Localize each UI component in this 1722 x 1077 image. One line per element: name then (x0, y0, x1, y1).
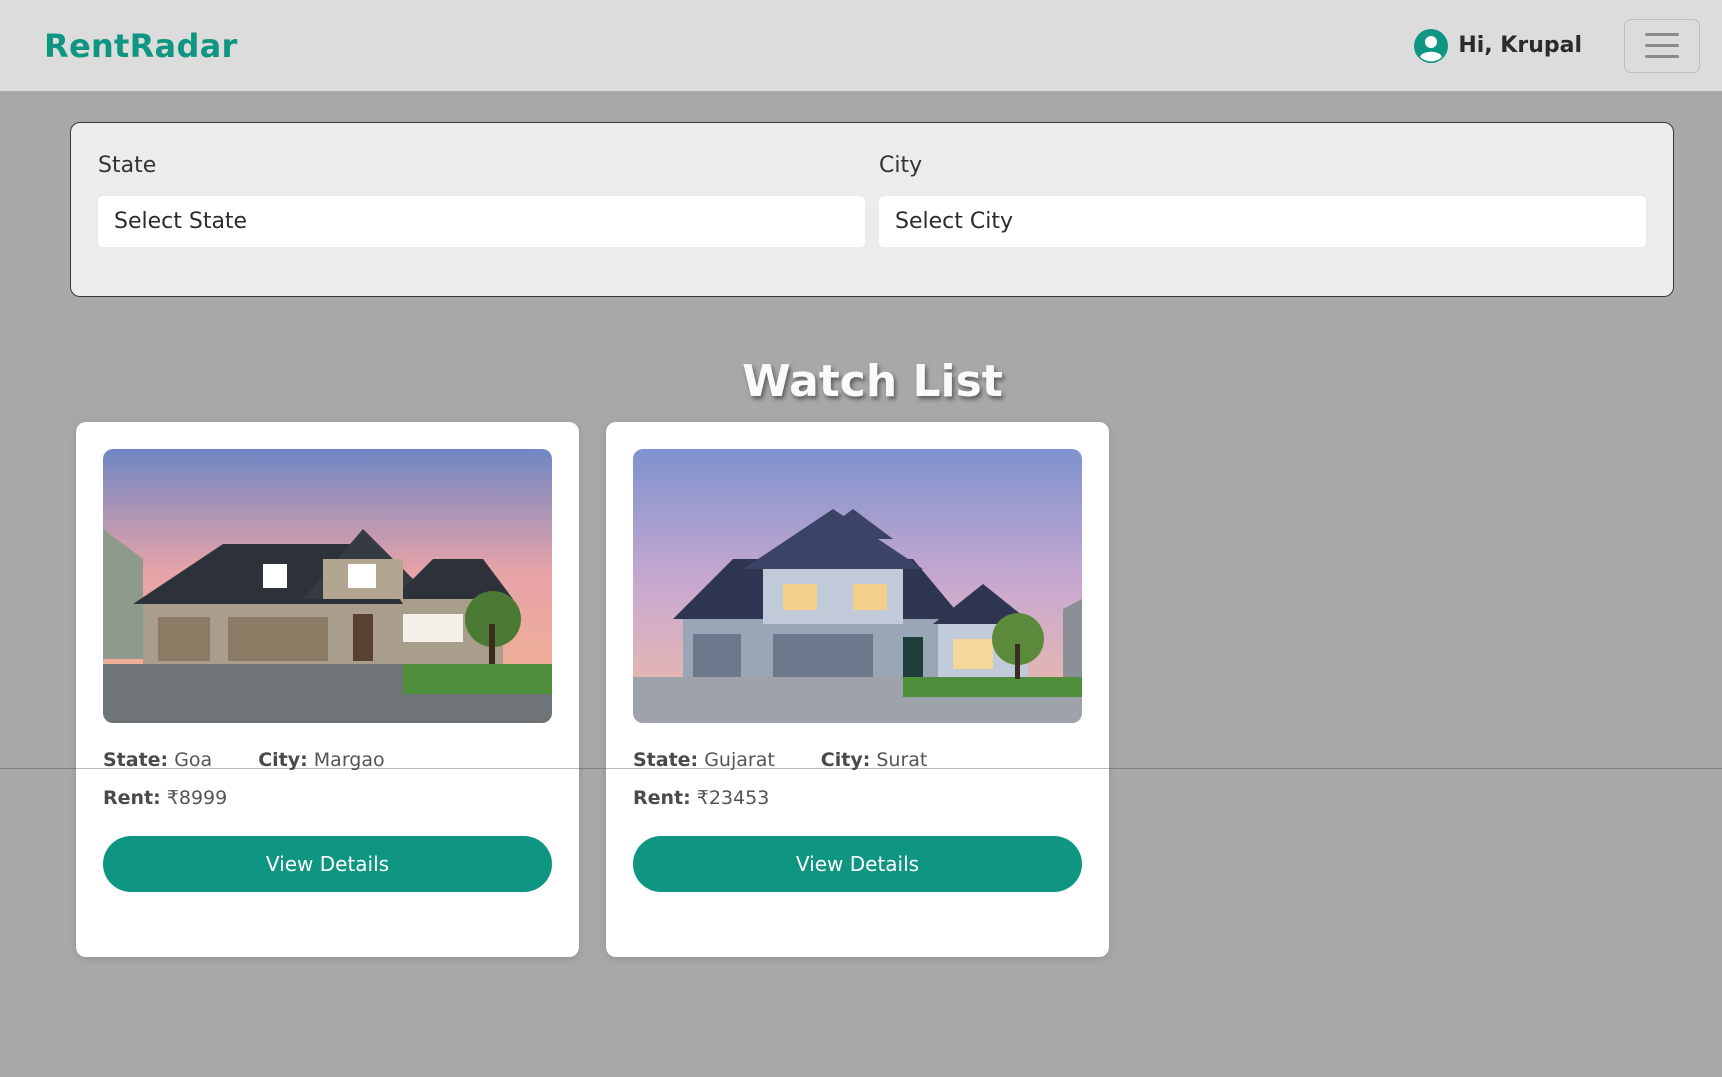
hamburger-menu-icon (1645, 33, 1679, 36)
property-info: State: Gujarat City: Surat Rent: ₹23453 (633, 749, 1082, 812)
rent-value: ₹8999 (166, 787, 228, 809)
rent-key: Rent: (103, 787, 161, 809)
navbar: RentRadar Hi, Krupal (0, 0, 1722, 91)
city-label: City (879, 153, 923, 178)
property-rent: Rent: ₹8999 (103, 787, 227, 812)
property-city: City: Margao (258, 749, 384, 774)
hamburger-menu-button[interactable] (1624, 18, 1700, 73)
property-card: State: Gujarat City: Surat Rent: ₹23453 … (606, 422, 1109, 957)
property-image[interactable] (103, 449, 552, 723)
city-select[interactable]: Select City (879, 196, 1646, 247)
property-info: State: Goa City: Margao Rent: ₹8999 (103, 749, 552, 812)
brand-logo[interactable]: RentRadar (44, 27, 238, 65)
user-circle-icon (1414, 28, 1449, 63)
property-card: State: Goa City: Margao Rent: ₹8999 View… (76, 422, 579, 957)
watchlist-title: Watch List (742, 356, 1003, 407)
property-city: City: Surat (821, 749, 928, 774)
property-rent: Rent: ₹23453 (633, 787, 769, 812)
divider-line (0, 768, 1722, 769)
state-label: State (98, 153, 157, 178)
property-image[interactable] (633, 449, 1082, 723)
state-filter: State Select State (98, 153, 865, 296)
rent-value: ₹23453 (696, 787, 770, 809)
user-greeting[interactable]: Hi, Krupal (1414, 28, 1582, 63)
filter-panel: State Select State City Select City (70, 122, 1674, 297)
property-state: State: Gujarat (633, 749, 775, 774)
navbar-right: Hi, Krupal (1414, 18, 1700, 73)
rent-key: Rent: (633, 787, 691, 809)
greeting-text: Hi, Krupal (1458, 33, 1582, 58)
view-details-button[interactable]: View Details (103, 836, 552, 892)
state-select[interactable]: Select State (98, 196, 865, 247)
city-filter: City Select City (879, 153, 1646, 296)
view-details-button[interactable]: View Details (633, 836, 1082, 892)
property-state: State: Goa (103, 749, 212, 774)
